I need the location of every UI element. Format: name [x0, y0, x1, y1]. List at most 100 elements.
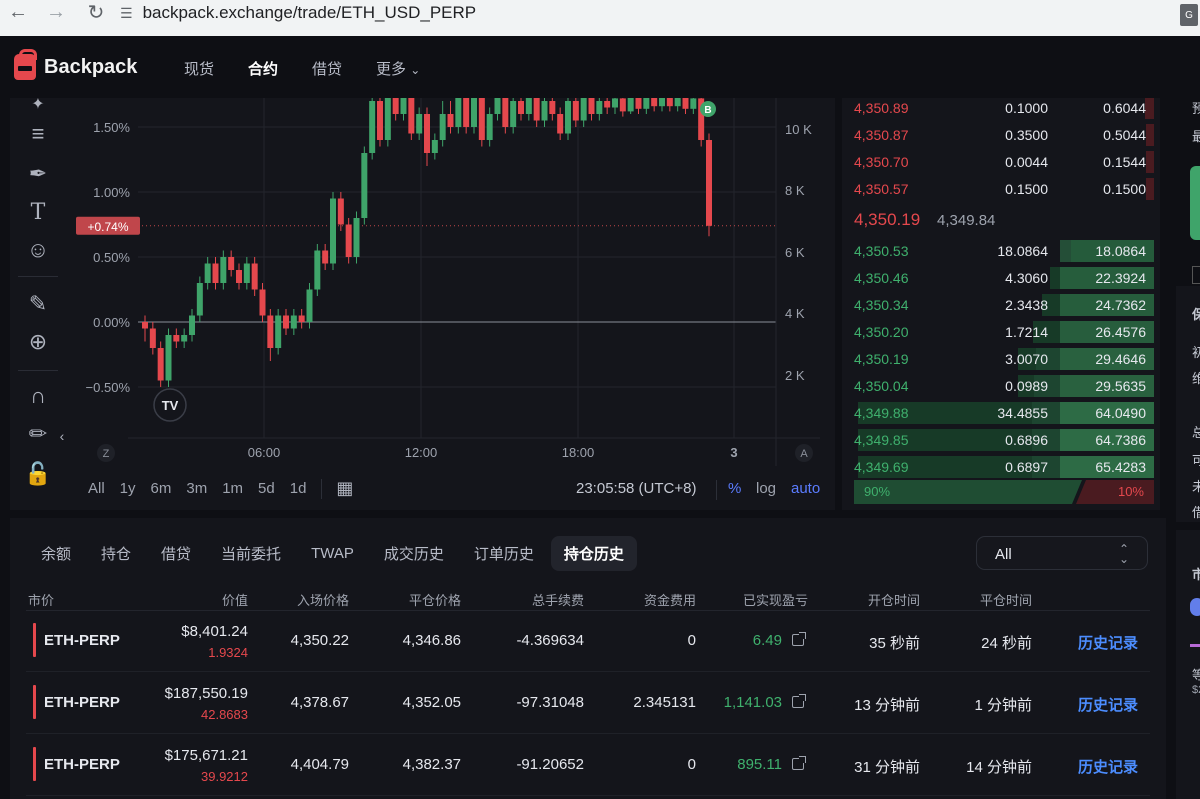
back-icon[interactable]: ← — [4, 0, 32, 26]
candle-body — [369, 101, 376, 153]
candle-body — [682, 98, 689, 109]
candle-body — [361, 153, 368, 218]
bid-row[interactable]: 4,349.69 0.6897 65.4283 — [842, 455, 1160, 479]
last-price[interactable]: 4,350.19 — [854, 210, 920, 230]
history-link[interactable]: 历史记录 — [1078, 756, 1138, 777]
table-row[interactable]: ETH-PERP $8,401.24 1.9324 4,350.22 4,346.86 -… — [26, 610, 1150, 672]
y-axis-tick-volume: 2 K — [785, 368, 805, 383]
timeframe-1y[interactable]: 1y — [120, 480, 136, 497]
timeframe-1d[interactable]: 1d — [290, 480, 307, 497]
history-link[interactable]: 历史记录 — [1078, 694, 1138, 715]
bid-row[interactable]: 4,350.53 18.0864 18.0864 — [842, 239, 1160, 263]
collapse-toolbar-icon[interactable]: ‹ — [56, 422, 68, 450]
site-settings-icon[interactable]: ☰ — [120, 5, 133, 22]
timeframe-all[interactable]: All — [88, 480, 105, 497]
eraser-icon[interactable]: ✏ — [24, 420, 52, 448]
candle-body — [290, 315, 297, 329]
y-axis-tick-volume: 6 K — [785, 245, 805, 260]
tab-balances[interactable]: 余额 — [28, 536, 84, 571]
trend-line-tool-icon[interactable]: ≡ — [24, 120, 52, 148]
bid-price: 4,350.04 — [854, 378, 909, 394]
nav-more[interactable]: 更多 ⌄ — [376, 58, 420, 79]
bid-price: 4,350.19 — [854, 351, 909, 367]
price-chart[interactable]: 1.50% 1.00% 0.50% 0.00% −0.50% 10 K 8 K 6 K 4 K 2… — [10, 98, 835, 510]
bid-row[interactable]: 4,350.19 3.0070 29.4646 — [842, 347, 1160, 371]
reload-icon[interactable]: ↻ — [82, 0, 110, 26]
tab-position-history[interactable]: 持仓历史 — [550, 536, 637, 571]
tab-positions[interactable]: 持仓 — [88, 536, 144, 571]
tab-open-orders[interactable]: 当前委托 — [208, 536, 294, 571]
timeframe-1m[interactable]: 1m — [222, 480, 243, 497]
brand-logo[interactable]: Backpack — [14, 49, 137, 80]
candle-body — [486, 114, 493, 140]
external-link-icon[interactable] — [792, 632, 806, 646]
market-filter-select[interactable]: All ⌃ ⌄ — [976, 536, 1148, 570]
candle-body — [604, 101, 611, 108]
nav-lending[interactable]: 借贷 — [312, 58, 342, 79]
edge-label: 总 — [1192, 425, 1200, 440]
table-row[interactable]: ETH-PERP $175,671.21 39.9212 4,404.79 4,382.… — [26, 734, 1150, 796]
ask-row[interactable]: 4,350.57 0.1500 0.1500 — [842, 177, 1160, 201]
external-link-icon[interactable] — [792, 756, 806, 770]
zoom-in-icon[interactable]: ⊕ — [24, 328, 52, 356]
date-range-icon[interactable]: ▦ — [336, 478, 353, 499]
forward-icon[interactable]: → — [42, 0, 70, 26]
ask-row[interactable]: 4,350.89 0.1000 0.6044 — [842, 98, 1160, 120]
lock-icon[interactable]: 🔓 — [24, 460, 52, 488]
brush-tool-icon[interactable]: ✒ — [24, 160, 52, 188]
ruler-tool-icon[interactable]: ✎ — [24, 290, 52, 318]
candle-body — [165, 335, 172, 381]
chart-clock[interactable]: 23:05:58 (UTC+8) — [576, 480, 696, 497]
row-close-price: 4,346.86 — [402, 632, 461, 649]
external-link-icon[interactable] — [792, 694, 806, 708]
row-symbol[interactable]: ETH-PERP — [44, 694, 120, 711]
translate-icon[interactable]: G — [1180, 4, 1198, 26]
bid-row[interactable]: 4,349.88 34.4855 64.0490 — [842, 401, 1160, 425]
nav-spot[interactable]: 现货 — [184, 58, 214, 79]
table-row[interactable]: ETH-PERP $187,550.19 42.8683 4,378.67 4,352.… — [26, 672, 1150, 734]
address-bar[interactable]: ☰ backpack.exchange/trade/ETH_USD_PERP — [120, 0, 476, 26]
ask-size: 0.3500 — [1005, 127, 1048, 143]
timeframe-6m[interactable]: 6m — [151, 480, 172, 497]
history-link[interactable]: 历史记录 — [1078, 632, 1138, 653]
bid-row[interactable]: 4,350.46 4.3060 22.3924 — [842, 266, 1160, 290]
row-funding: 0 — [687, 756, 696, 773]
candle-body — [236, 270, 242, 283]
timeframe-5d[interactable]: 5d — [258, 480, 275, 497]
ask-row[interactable]: 4,350.87 0.3500 0.5044 — [842, 123, 1160, 147]
text-tool-icon[interactable]: T — [24, 198, 52, 226]
row-symbol[interactable]: ETH-PERP — [44, 756, 120, 773]
bid-row[interactable]: 4,350.04 0.0989 29.5635 — [842, 374, 1160, 398]
timeframe-3m[interactable]: 3m — [186, 480, 207, 497]
tab-fill-history[interactable]: 成交历史 — [371, 536, 457, 571]
tab-order-history[interactable]: 订单历史 — [461, 536, 547, 571]
candle-body — [149, 328, 156, 348]
edge-label: 最 — [1192, 129, 1200, 144]
bid-row[interactable]: 4,349.85 0.6896 64.7386 — [842, 428, 1160, 452]
ask-price: 4,350.57 — [854, 181, 909, 197]
candle-body — [330, 198, 336, 264]
tab-twap[interactable]: TWAP — [298, 538, 367, 569]
log-scale-toggle[interactable]: log — [756, 480, 776, 497]
timeframe-divider — [321, 478, 323, 499]
percent-scale-toggle[interactable]: % — [728, 480, 741, 497]
ask-row[interactable]: 4,350.70 0.0044 0.1544 — [842, 150, 1160, 174]
checkbox-edge[interactable] — [1192, 266, 1200, 284]
emoji-tool-icon[interactable]: ☺ — [24, 236, 52, 264]
magnet-icon[interactable]: ∩ — [24, 382, 52, 410]
tab-borrowing[interactable]: 借贷 — [148, 536, 204, 571]
nav-futures[interactable]: 合约 — [248, 58, 278, 79]
bid-row[interactable]: 4,350.20 1.7214 26.4576 — [842, 320, 1160, 344]
y-axis-tick-pct: 1.00% — [93, 185, 130, 200]
edge-label: 保 — [1192, 307, 1200, 322]
row-symbol[interactable]: ETH-PERP — [44, 632, 120, 649]
candle-body — [204, 263, 211, 283]
crosshair-tool-icon[interactable]: ✦ — [24, 98, 52, 118]
auto-scale-toggle[interactable]: auto — [791, 480, 820, 497]
bid-row[interactable]: 4,350.34 2.3438 24.7362 — [842, 293, 1160, 317]
submit-button-edge[interactable] — [1190, 166, 1200, 240]
time-divider — [716, 480, 717, 500]
row-realized-pnl-cell: 895.11 — [737, 756, 806, 773]
chart-canvas[interactable]: 1.50% 1.00% 0.50% 0.00% −0.50% 10 K 8 K 6 K 4 K 2… — [10, 98, 835, 510]
bid-total: 65.4283 — [1095, 459, 1146, 475]
